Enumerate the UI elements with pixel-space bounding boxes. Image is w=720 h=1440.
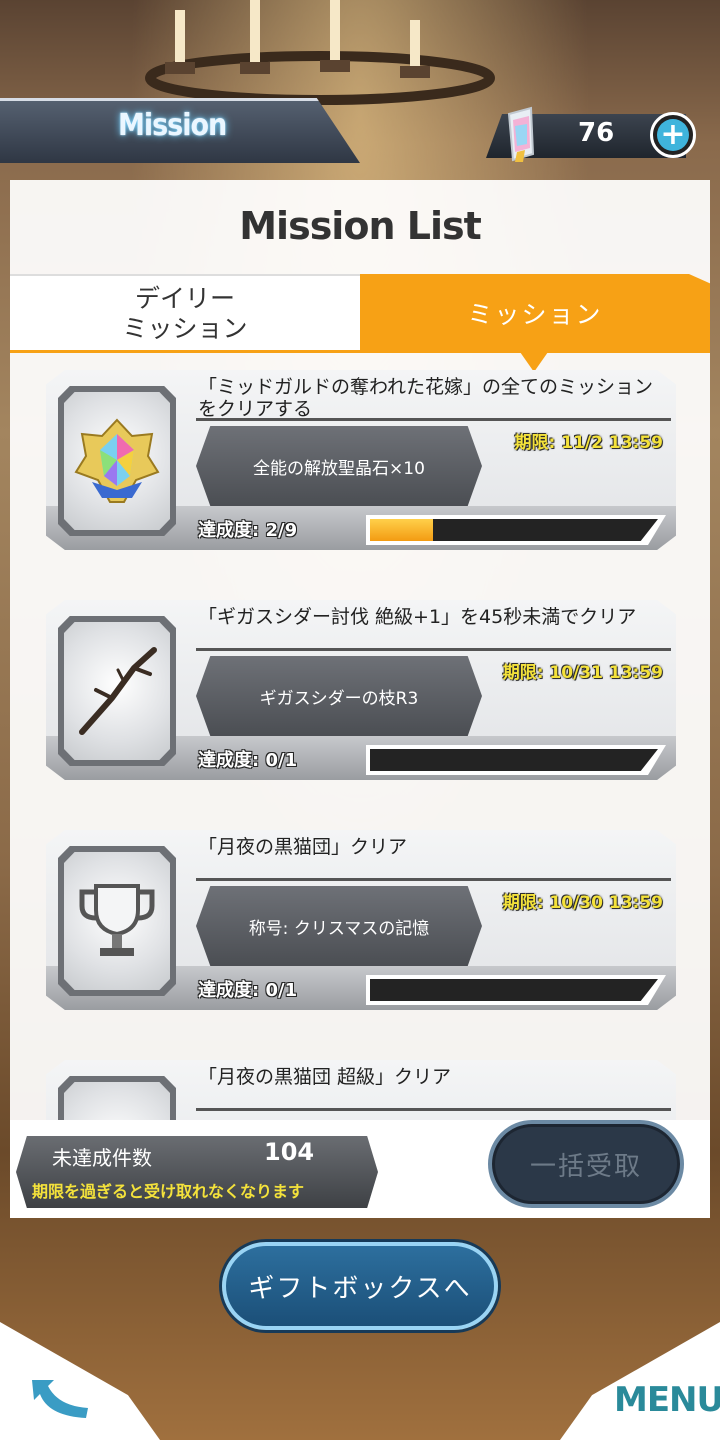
mission-title: 「ギガスシダー討伐 絶級+1」を45秒未満でクリア <box>198 606 637 628</box>
mission-card[interactable]: 「月夜の黒猫団 超級」クリア <box>46 1060 676 1120</box>
mission-card[interactable]: 「ミッドガルドの奪われた花嫁」の全てのミッションをクリアする 全能の解放聖晶石×… <box>46 370 676 550</box>
chandelier-decoration <box>145 0 495 105</box>
progress-bar <box>370 979 658 1001</box>
rainbow-crystal-icon <box>74 418 160 503</box>
mission-title: 「月夜の黒猫団 超級」クリア <box>198 1066 452 1088</box>
deadline-label: 期限: 10/30 13:59 <box>502 893 663 913</box>
add-gems-button[interactable]: + <box>650 112 696 158</box>
expiry-note: 期限を過ぎると受け取れなくなります <box>32 1182 305 1201</box>
claim-all-button[interactable]: 一括受取 <box>488 1120 684 1208</box>
incomplete-count: 104 <box>264 1138 315 1166</box>
tab-daily-mission[interactable]: デイリー ミッション <box>10 274 360 352</box>
progress-bar <box>370 749 658 771</box>
plus-icon: + <box>657 119 689 151</box>
title-divider <box>196 648 671 651</box>
tab-underline <box>10 350 710 353</box>
memory-diamond-icon <box>507 106 535 162</box>
menu-button[interactable]: MENU <box>614 1380 720 1420</box>
mission-card[interactable]: 「月夜の黒猫団」クリア 称号: クリスマスの記憶 期限: 10/30 13:59… <box>46 830 676 1010</box>
tab-pointer <box>520 352 548 372</box>
back-arrow-icon[interactable] <box>28 1372 92 1422</box>
branch-icon <box>79 647 157 735</box>
mission-title: 「ミッドガルドの奪われた花嫁」の全てのミッションをクリアする <box>198 376 654 420</box>
title-divider <box>196 418 671 421</box>
mission-list[interactable]: 「ミッドガルドの奪われた花嫁」の全てのミッションをクリアする 全能の解放聖晶石×… <box>10 370 710 1120</box>
progress-label: 達成度: 0/1 <box>198 980 298 1001</box>
mission-title: 「月夜の黒猫団」クリア <box>198 836 408 858</box>
incomplete-label: 未達成件数 <box>52 1146 152 1170</box>
reward-label: ギガスシダーの枝R3 <box>196 656 482 736</box>
progress-label: 達成度: 2/9 <box>198 520 298 541</box>
reward-label: 全能の解放聖晶石×10 <box>196 426 482 506</box>
page-title: Mission <box>118 108 227 143</box>
mission-card[interactable]: 「ギガスシダー討伐 絶級+1」を45秒未満でクリア ギガスシダーの枝R3 期限:… <box>46 600 676 780</box>
panel-title: Mission List <box>239 204 482 248</box>
reward-icon-box <box>64 392 170 530</box>
deadline-label: 期限: 10/31 13:59 <box>502 663 663 683</box>
progress-label: 達成度: 0/1 <box>198 750 298 771</box>
deadline-label: 期限: 11/2 13:59 <box>514 433 663 453</box>
mission-panel: Mission List デイリー ミッション ミッション 「ミッドガルドの奪わ… <box>10 180 710 1218</box>
title-divider <box>196 1108 671 1111</box>
title-divider <box>196 878 671 881</box>
tab-mission[interactable]: ミッション <box>360 274 710 352</box>
reward-icon-box <box>64 622 170 760</box>
reward-icon-box <box>64 852 170 990</box>
reward-label: 称号: クリスマスの記憶 <box>196 886 482 966</box>
progress-fill <box>370 519 434 541</box>
gem-count: 76 <box>578 118 615 148</box>
progress-bar <box>370 519 658 541</box>
gift-box-button[interactable]: ギフトボックスへ <box>222 1242 498 1330</box>
trophy-icon <box>79 884 155 956</box>
reward-icon-box <box>64 1082 170 1120</box>
